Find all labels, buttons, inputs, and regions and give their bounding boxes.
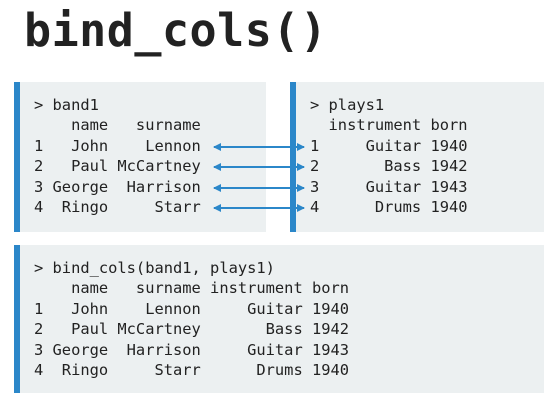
row-connector-arrows bbox=[213, 143, 305, 212]
